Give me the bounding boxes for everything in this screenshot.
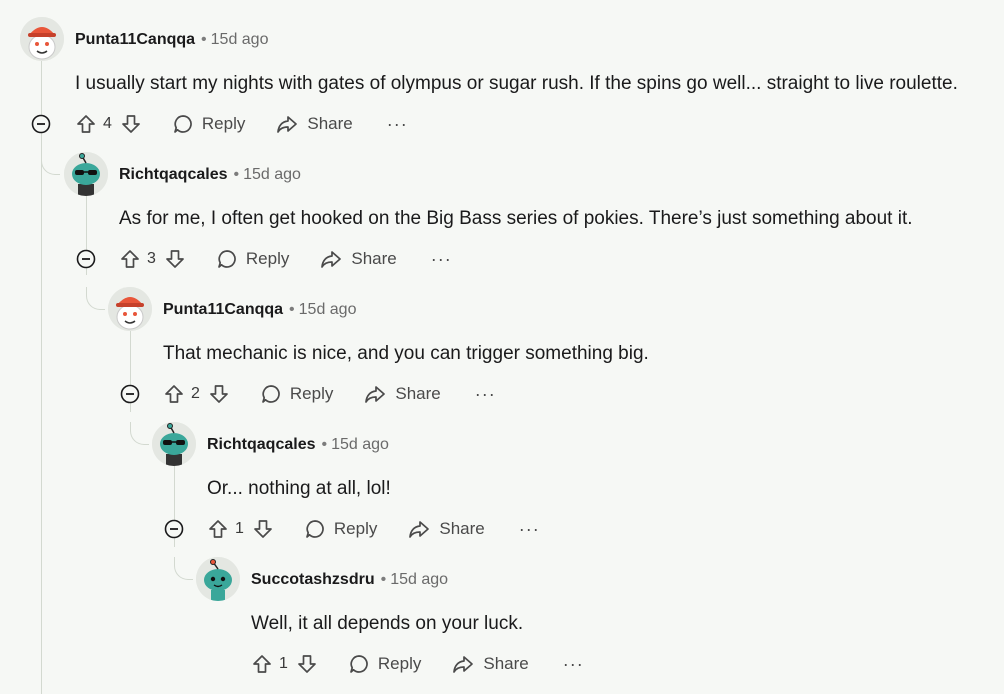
speech-bubble-icon <box>260 383 282 405</box>
vote-control: 1 <box>207 518 274 540</box>
reply-button[interactable]: Reply <box>172 113 245 135</box>
share-button[interactable]: Share <box>275 113 353 135</box>
reply-label: Reply <box>377 654 422 673</box>
vote-count: 1 <box>235 520 244 537</box>
share-arrow-icon <box>275 113 299 135</box>
more-options-icon[interactable]: ··· <box>387 114 408 135</box>
comment-author[interactable]: Richtqaqcales <box>119 166 227 183</box>
downvote-icon[interactable] <box>164 248 186 270</box>
more-options-icon[interactable]: ··· <box>431 249 452 270</box>
share-label: Share <box>483 654 529 673</box>
upvote-icon[interactable] <box>75 113 97 135</box>
comment: Punta11Canqqa • 15d ago I usually start my… <box>0 0 1004 135</box>
comment-author[interactable]: Punta11Canqqa <box>75 31 195 48</box>
avatar[interactable] <box>196 557 240 601</box>
vote-control: 1 <box>251 653 318 675</box>
snoo-red-cap-icon <box>108 287 152 331</box>
share-label: Share <box>307 114 353 133</box>
collapse-thread-icon[interactable] <box>76 249 96 269</box>
comment-actions: 2 Reply Share ··· <box>163 380 496 408</box>
meta-separator: • <box>321 436 328 453</box>
speech-bubble-icon <box>216 248 238 270</box>
reply-label: Reply <box>333 519 378 538</box>
comment-timestamp[interactable]: 15d ago <box>299 301 357 318</box>
upvote-icon[interactable] <box>163 383 185 405</box>
comment-actions: 3 Reply Share ··· <box>119 245 452 273</box>
vote-control: 4 <box>75 113 142 135</box>
comment-author[interactable]: Richtqaqcales <box>207 436 315 453</box>
upvote-icon[interactable] <box>119 248 141 270</box>
speech-bubble-icon <box>348 653 370 675</box>
comment-body: I usually start my nights with gates of … <box>75 73 958 94</box>
comment: Richtqaqcales • 15d ago As for me, I often… <box>0 135 1004 270</box>
reply-button[interactable]: Reply <box>260 383 333 405</box>
reply-button[interactable]: Reply <box>304 518 377 540</box>
comment-actions: 1 Reply Share ··· <box>207 515 540 543</box>
reply-label: Reply <box>289 384 334 403</box>
comment-actions: 1 Reply Share ··· <box>251 650 584 678</box>
reply-button[interactable]: Reply <box>348 653 421 675</box>
meta-separator: • <box>380 571 387 588</box>
vote-count: 3 <box>147 250 156 267</box>
comment-timestamp[interactable]: 15d ago <box>390 571 448 588</box>
share-label: Share <box>395 384 441 403</box>
more-options-icon[interactable]: ··· <box>519 519 540 540</box>
comment-author[interactable]: Succotashzsdru <box>251 571 375 588</box>
comment-body: That mechanic is nice, and you can trigg… <box>163 343 649 364</box>
downvote-icon[interactable] <box>208 383 230 405</box>
avatar[interactable] <box>20 17 64 61</box>
comment-timestamp[interactable]: 15d ago <box>331 436 389 453</box>
snoo-teal-icon <box>196 557 240 601</box>
share-arrow-icon <box>451 653 475 675</box>
upvote-icon[interactable] <box>251 653 273 675</box>
comment: Succotashzsdru • 15d ago Well, it all depe… <box>0 540 1004 675</box>
reply-label: Reply <box>245 249 290 268</box>
upvote-icon[interactable] <box>207 518 229 540</box>
comment: Punta11Canqqa • 15d ago That mechanic is n… <box>0 270 1004 405</box>
collapse-thread-icon[interactable] <box>164 519 184 539</box>
vote-control: 3 <box>119 248 186 270</box>
collapse-thread-icon[interactable] <box>120 384 140 404</box>
share-button[interactable]: Share <box>407 518 485 540</box>
comment-timestamp[interactable]: 15d ago <box>243 166 301 183</box>
share-label: Share <box>439 519 485 538</box>
downvote-icon[interactable] <box>120 113 142 135</box>
snoo-red-cap-icon <box>20 17 64 61</box>
comment-author[interactable]: Punta11Canqqa <box>163 301 283 318</box>
speech-bubble-icon <box>172 113 194 135</box>
share-button[interactable]: Share <box>451 653 529 675</box>
share-label: Share <box>351 249 397 268</box>
avatar[interactable] <box>108 287 152 331</box>
more-options-icon[interactable]: ··· <box>563 654 584 675</box>
downvote-icon[interactable] <box>252 518 274 540</box>
comment: Richtqaqcales • 15d ago Or... nothing at a… <box>0 405 1004 540</box>
snoo-teal-sunglasses-icon <box>64 152 108 196</box>
collapse-thread-icon[interactable] <box>31 114 51 134</box>
vote-count: 2 <box>191 385 200 402</box>
comment-body: Or... nothing at all, lol! <box>207 478 391 499</box>
avatar[interactable] <box>64 152 108 196</box>
share-arrow-icon <box>407 518 431 540</box>
downvote-icon[interactable] <box>296 653 318 675</box>
comment-actions: 4 Reply Share ··· <box>75 110 408 138</box>
meta-separator: • <box>289 301 295 318</box>
share-arrow-icon <box>363 383 387 405</box>
meta-separator: • <box>233 166 240 183</box>
vote-control: 2 <box>163 383 230 405</box>
share-button[interactable]: Share <box>363 383 441 405</box>
snoo-teal-sunglasses-icon <box>152 422 196 466</box>
avatar[interactable] <box>152 422 196 466</box>
speech-bubble-icon <box>304 518 326 540</box>
vote-count: 1 <box>279 655 288 672</box>
share-arrow-icon <box>319 248 343 270</box>
share-button[interactable]: Share <box>319 248 397 270</box>
reply-label: Reply <box>201 114 246 133</box>
more-options-icon[interactable]: ··· <box>475 384 496 405</box>
comment-body: As for me, I often get hooked on the Big… <box>119 208 913 229</box>
meta-separator: • <box>201 31 207 48</box>
comment-body: Well, it all depends on your luck. <box>251 613 524 634</box>
reply-button[interactable]: Reply <box>216 248 289 270</box>
vote-count: 4 <box>103 115 112 132</box>
comment-timestamp[interactable]: 15d ago <box>211 31 269 48</box>
